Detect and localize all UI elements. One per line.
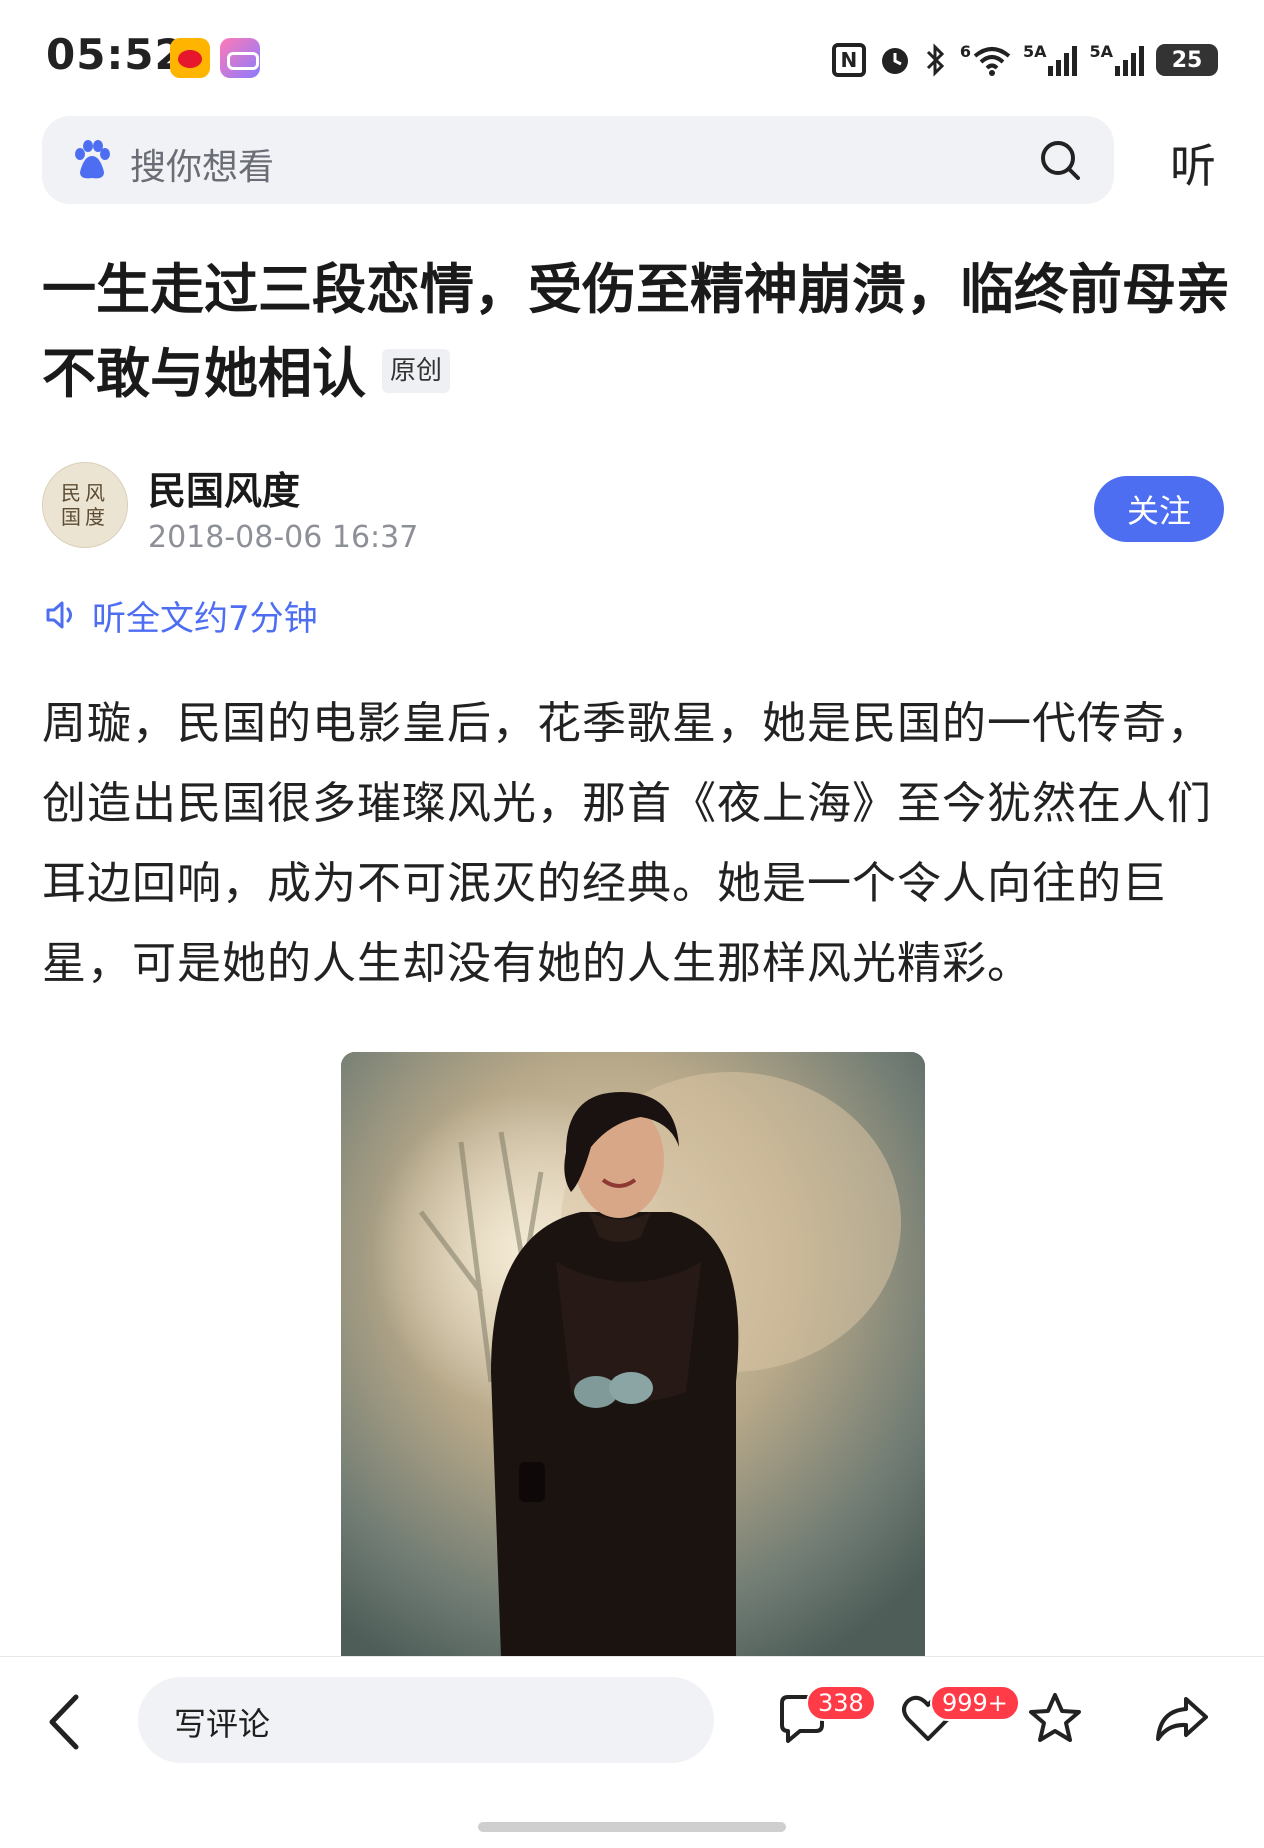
listen-full-article[interactable]: 听全文约7分钟 <box>42 592 318 639</box>
bottom-bar: 写评论 338 999+ <box>0 1656 1264 1848</box>
follow-button[interactable]: 关注 <box>1094 476 1224 542</box>
comment-placeholder: 写评论 <box>174 1705 271 1743</box>
home-indicator[interactable] <box>478 1822 786 1832</box>
status-bar: 05:52 N 6 5A 5A 25 <box>0 0 1264 110</box>
speaker-icon <box>46 601 72 629</box>
search-input[interactable]: 搜你想看 <box>130 138 274 190</box>
comment-count-badge: 338 <box>806 1685 876 1721</box>
search-icon[interactable] <box>1036 136 1084 184</box>
search-bar[interactable]: 搜你想看 <box>42 116 1114 204</box>
article-title: 一生走过三段恋情，受伤至精神崩溃，临终前母亲不敢与她相认 原创 <box>42 248 1232 416</box>
signal-icon: 5A <box>1089 42 1144 78</box>
back-arrow-icon[interactable] <box>40 1687 90 1757</box>
glasses-app-icon <box>220 38 260 78</box>
alarm-icon <box>878 42 912 78</box>
article-title-text: 一生走过三段恋情，受伤至精神崩溃，临终前母亲不敢与她相认 <box>42 258 1230 405</box>
article-photo[interactable] <box>341 1052 925 1657</box>
status-time: 05:52 <box>46 30 185 79</box>
publish-time: 2018-08-06 16:37 <box>148 520 419 555</box>
article-paragraph: 周璇，民国的电影皇后，花季歌星，她是民国的一代传奇，创造出民国很多璀璨风光，那首… <box>42 698 1212 989</box>
author-name[interactable]: 民国风度 <box>148 460 300 515</box>
wifi-label: 6 <box>959 42 971 61</box>
signal-label-2: 5A <box>1089 42 1113 61</box>
bluetooth-icon <box>924 42 948 78</box>
comment-input[interactable]: 写评论 <box>138 1677 714 1763</box>
listen-full-label: 听全文约7分钟 <box>92 598 318 639</box>
signal-label-1: 5A <box>1022 42 1047 61</box>
avatar-text: 民风国度 <box>61 481 109 529</box>
signal-icon: 5A <box>1023 42 1078 78</box>
like-count-badge: 999+ <box>930 1685 1020 1721</box>
listen-button[interactable]: 听 <box>1170 130 1216 196</box>
status-indicators: N 6 5A 5A 25 <box>831 38 1218 82</box>
battery-indicator: 25 <box>1156 44 1218 76</box>
star-icon[interactable] <box>1025 1689 1085 1749</box>
original-badge: 原创 <box>382 349 451 394</box>
weibo-icon <box>170 38 210 78</box>
avatar[interactable]: 民风国度 <box>42 462 128 548</box>
baidu-paw-icon <box>75 140 110 179</box>
portrait-image <box>341 1052 925 1657</box>
share-icon[interactable] <box>1152 1689 1212 1749</box>
nfc-icon: N <box>831 43 866 77</box>
wifi-icon: 6 <box>960 42 1011 78</box>
